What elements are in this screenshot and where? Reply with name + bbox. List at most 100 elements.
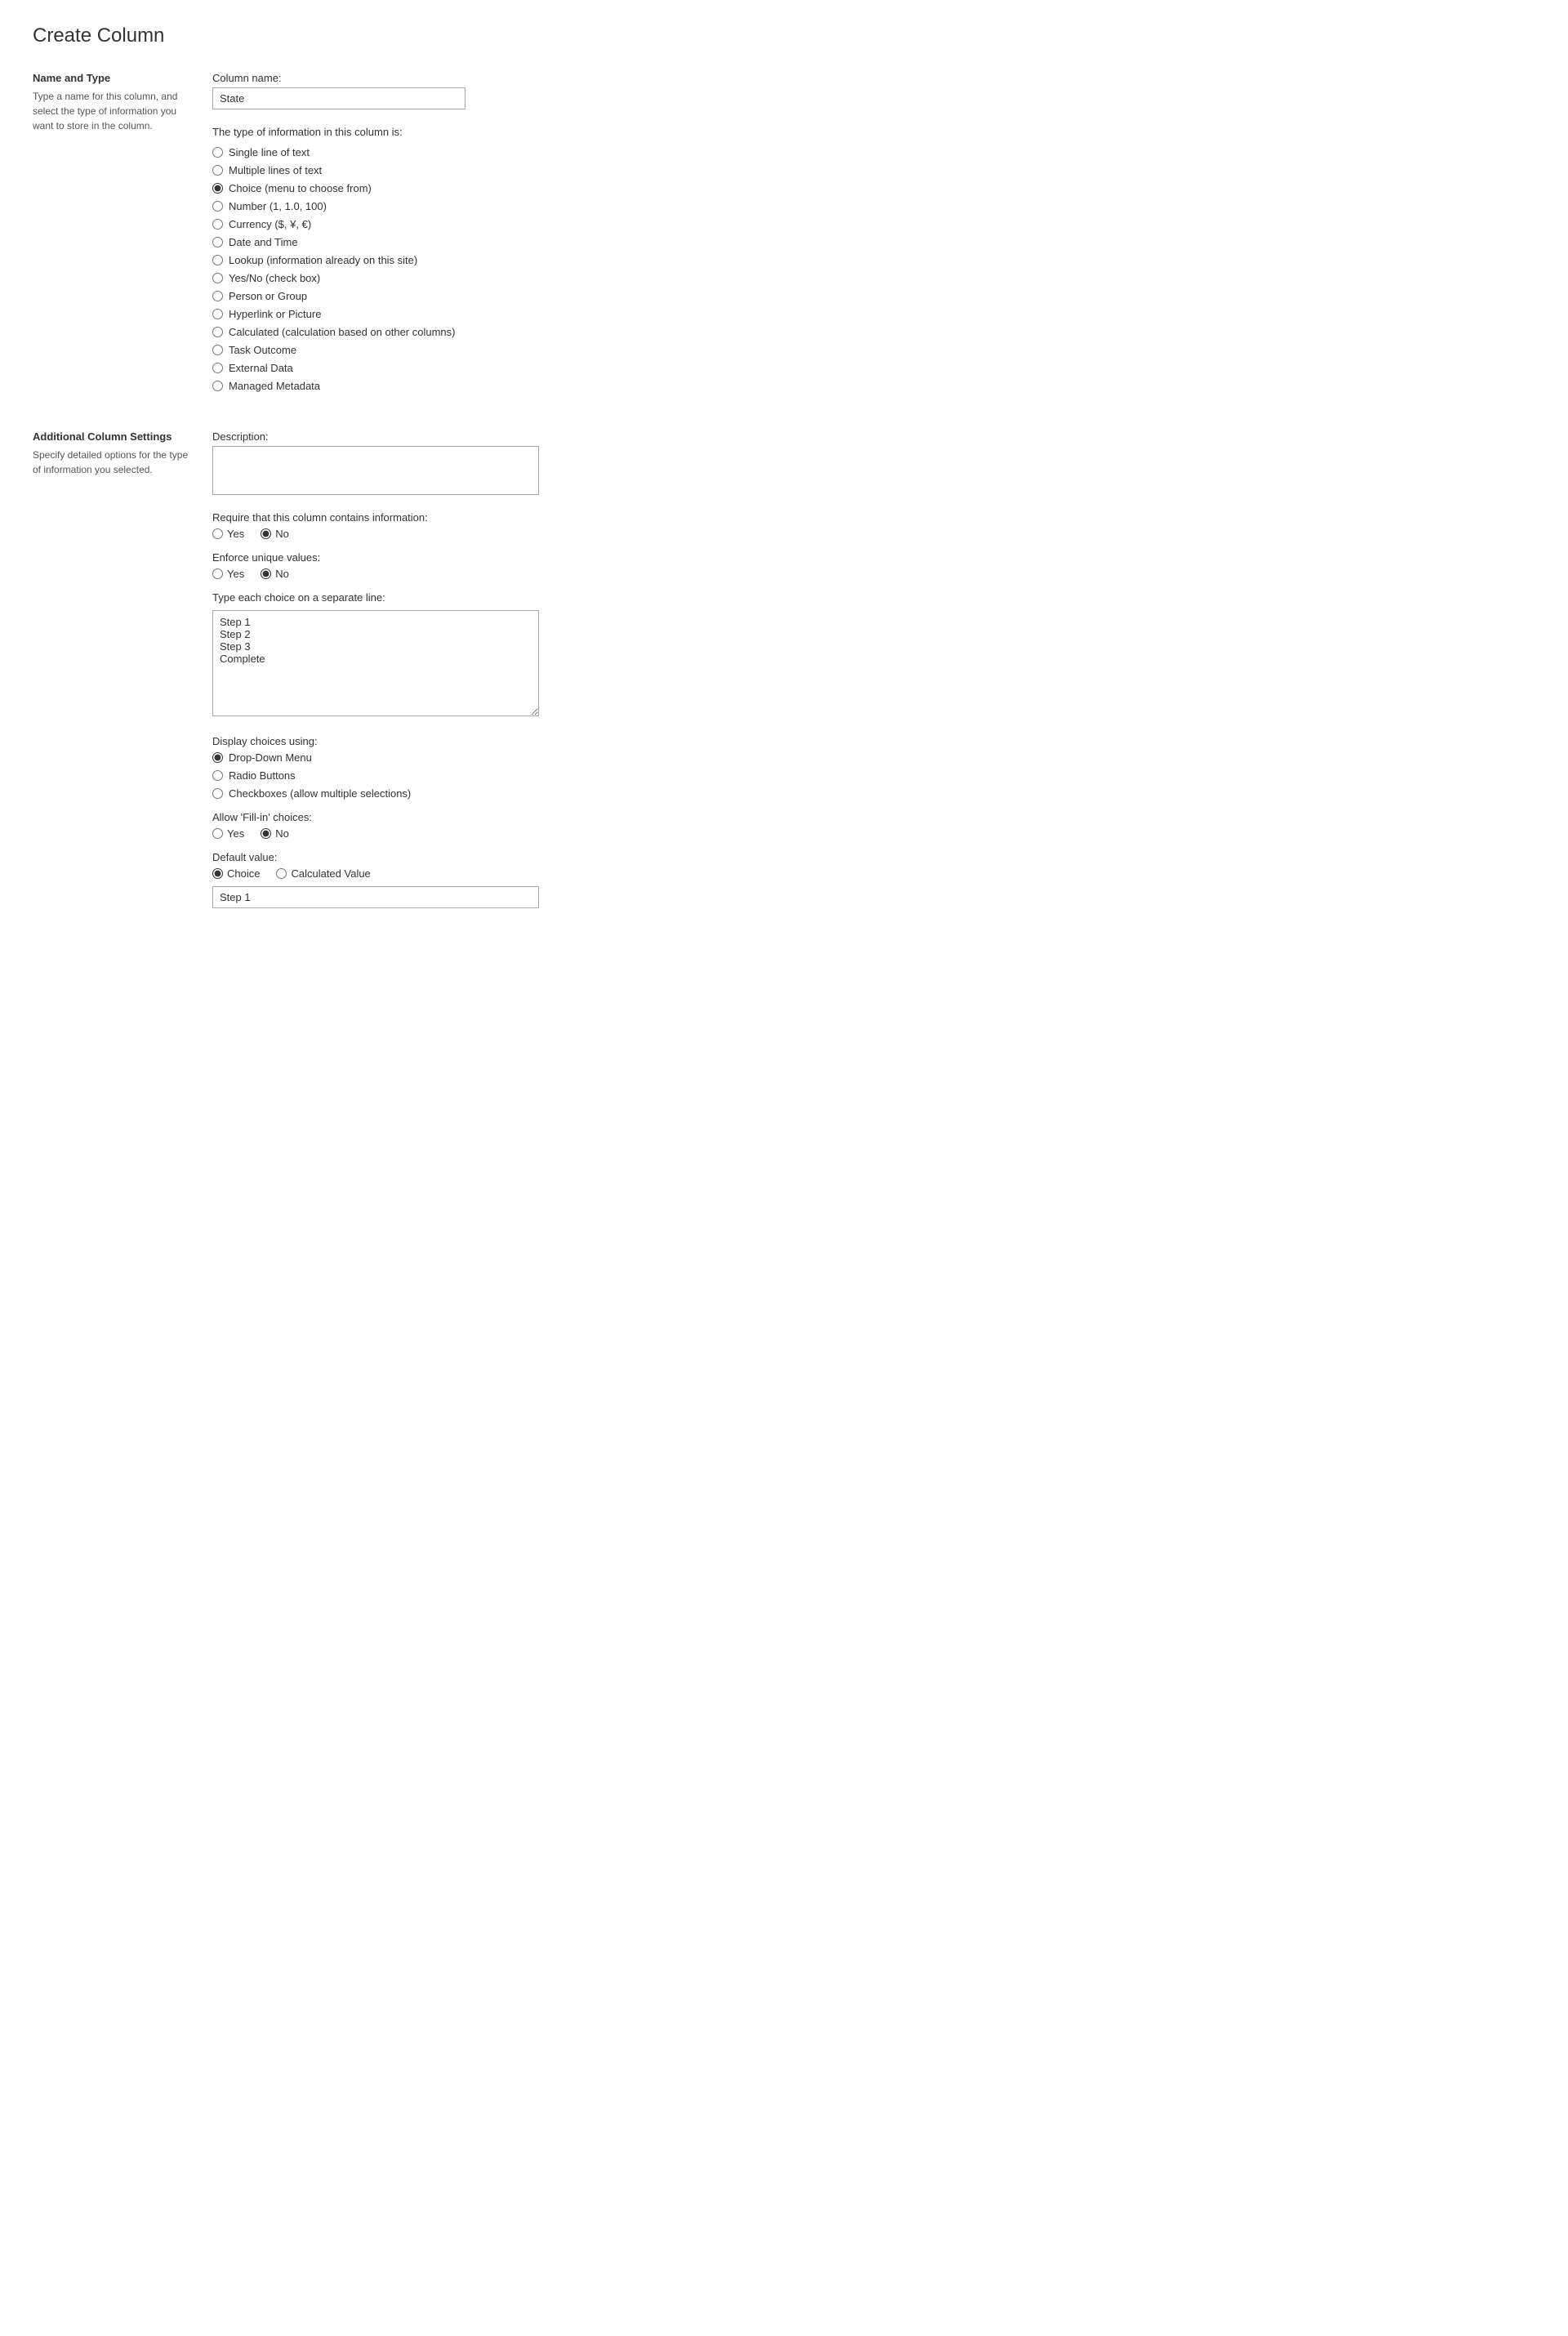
description-textarea[interactable] <box>212 446 539 495</box>
require-label: Require that this column contains inform… <box>212 511 1535 524</box>
fillin-radio-fillin-yes[interactable] <box>212 828 223 839</box>
type-label-person-group: Person or Group <box>229 290 307 302</box>
default-radio-default-calculated[interactable] <box>276 868 287 879</box>
additional-settings-content: Description: Require that this column co… <box>212 430 1535 920</box>
type-description: The type of information in this column i… <box>212 126 1535 138</box>
name-and-type-section: Name and Type Type a name for this colum… <box>33 72 1535 398</box>
type-radio-number[interactable] <box>212 201 223 212</box>
unique-radio-unique-yes[interactable] <box>212 568 223 579</box>
display-option-display-checkbox: Checkboxes (allow multiple selections) <box>212 787 1535 800</box>
type-option-lookup: Lookup (information already on this site… <box>212 254 1535 266</box>
default-label-default-calculated: Calculated Value <box>291 867 370 880</box>
type-label-external-data: External Data <box>229 362 293 374</box>
display-radio-display-dropdown[interactable] <box>212 752 223 763</box>
unique-label: Enforce unique values: <box>212 551 1535 564</box>
fillin-radio-group: Yes No <box>212 827 1535 840</box>
type-radio-calculated[interactable] <box>212 327 223 337</box>
default-section: Default value: Choice Calculated Value <box>212 851 1535 908</box>
type-radio-managed-metadata[interactable] <box>212 381 223 391</box>
type-radio-date-time[interactable] <box>212 237 223 247</box>
type-radio-yes-no[interactable] <box>212 273 223 283</box>
description-label: Description: <box>212 430 1535 443</box>
fillin-section: Allow 'Fill-in' choices: Yes No <box>212 811 1535 840</box>
display-label: Display choices using: <box>212 735 1535 747</box>
column-name-input[interactable] <box>212 87 466 109</box>
type-label-task-outcome: Task Outcome <box>229 344 296 356</box>
display-radio-display-checkbox[interactable] <box>212 788 223 799</box>
fillin-label-fillin-no: No <box>275 827 289 840</box>
unique-option-unique-yes: Yes <box>212 568 244 580</box>
type-label-lookup: Lookup (information already on this site… <box>229 254 417 266</box>
unique-option-unique-no: No <box>261 568 289 580</box>
type-option-managed-metadata: Managed Metadata <box>212 380 1535 392</box>
require-label-require-no: No <box>275 528 289 540</box>
require-radio-require-yes[interactable] <box>212 528 223 539</box>
additional-settings-section: Additional Column Settings Specify detai… <box>33 430 1535 920</box>
fillin-option-fillin-yes: Yes <box>212 827 244 840</box>
display-option-display-radio: Radio Buttons <box>212 769 1535 782</box>
default-radio-default-choice[interactable] <box>212 868 223 879</box>
type-radio-currency[interactable] <box>212 219 223 230</box>
default-value-input[interactable] <box>212 886 539 908</box>
require-label-require-yes: Yes <box>227 528 244 540</box>
type-label-managed-metadata: Managed Metadata <box>229 380 320 392</box>
display-label-display-dropdown: Drop-Down Menu <box>229 751 312 764</box>
fillin-option-fillin-no: No <box>261 827 289 840</box>
unique-section: Enforce unique values: Yes No <box>212 551 1535 580</box>
type-label-currency: Currency ($, ¥, €) <box>229 218 311 230</box>
display-options-group: Drop-Down Menu Radio Buttons Checkboxes (a… <box>212 751 1535 800</box>
name-and-type-content: Column name: The type of information in … <box>212 72 1535 398</box>
type-option-date-time: Date and Time <box>212 236 1535 248</box>
default-option-default-calculated: Calculated Value <box>276 867 370 880</box>
default-label: Default value: <box>212 851 1535 863</box>
require-section: Require that this column contains inform… <box>212 511 1535 540</box>
fillin-label: Allow 'Fill-in' choices: <box>212 811 1535 823</box>
type-label-single-line: Single line of text <box>229 146 310 158</box>
type-radio-multiple-lines[interactable] <box>212 165 223 176</box>
unique-radio-group: Yes No <box>212 568 1535 580</box>
type-radio-hyperlink-picture[interactable] <box>212 309 223 319</box>
display-option-display-dropdown: Drop-Down Menu <box>212 751 1535 764</box>
type-option-number: Number (1, 1.0, 100) <box>212 200 1535 212</box>
require-option-require-yes: Yes <box>212 528 244 540</box>
require-radio-require-no[interactable] <box>261 528 271 539</box>
unique-label-unique-no: No <box>275 568 289 580</box>
display-radio-display-radio[interactable] <box>212 770 223 781</box>
type-radio-single-line[interactable] <box>212 147 223 158</box>
default-option-default-choice: Choice <box>212 867 260 880</box>
fillin-label-fillin-yes: Yes <box>227 827 244 840</box>
type-label-date-time: Date and Time <box>229 236 298 248</box>
additional-settings-heading: Additional Column Settings <box>33 430 196 443</box>
type-option-person-group: Person or Group <box>212 290 1535 302</box>
type-label-calculated: Calculated (calculation based on other c… <box>229 326 456 338</box>
require-option-require-no: No <box>261 528 289 540</box>
type-option-choice: Choice (menu to choose from) <box>212 182 1535 194</box>
name-and-type-description: Type a name for this column, and select … <box>33 89 196 133</box>
choices-textarea[interactable] <box>212 610 539 716</box>
type-label-hyperlink-picture: Hyperlink or Picture <box>229 308 321 320</box>
column-name-label: Column name: <box>212 72 1535 84</box>
page-title: Create Column <box>33 25 1535 47</box>
type-radio-choice[interactable] <box>212 183 223 194</box>
default-radio-group: Choice Calculated Value <box>212 867 1535 880</box>
display-section: Display choices using: Drop-Down Menu Rad… <box>212 735 1535 800</box>
additional-settings-label: Additional Column Settings Specify detai… <box>33 430 212 920</box>
type-radio-person-group[interactable] <box>212 291 223 301</box>
type-option-single-line: Single line of text <box>212 146 1535 158</box>
type-label-multiple-lines: Multiple lines of text <box>229 164 322 176</box>
type-radio-external-data[interactable] <box>212 363 223 373</box>
display-label-display-checkbox: Checkboxes (allow multiple selections) <box>229 787 411 800</box>
additional-settings-description: Specify detailed options for the type of… <box>33 448 196 477</box>
display-label-display-radio: Radio Buttons <box>229 769 296 782</box>
type-label-number: Number (1, 1.0, 100) <box>229 200 327 212</box>
name-and-type-heading: Name and Type <box>33 72 196 84</box>
type-radio-lookup[interactable] <box>212 255 223 265</box>
type-radio-task-outcome[interactable] <box>212 345 223 355</box>
unique-radio-unique-no[interactable] <box>261 568 271 579</box>
type-option-task-outcome: Task Outcome <box>212 344 1535 356</box>
fillin-radio-fillin-no[interactable] <box>261 828 271 839</box>
type-options-group: Single line of text Multiple lines of tex… <box>212 146 1535 392</box>
type-label-choice: Choice (menu to choose from) <box>229 182 372 194</box>
type-option-hyperlink-picture: Hyperlink or Picture <box>212 308 1535 320</box>
type-option-yes-no: Yes/No (check box) <box>212 272 1535 284</box>
